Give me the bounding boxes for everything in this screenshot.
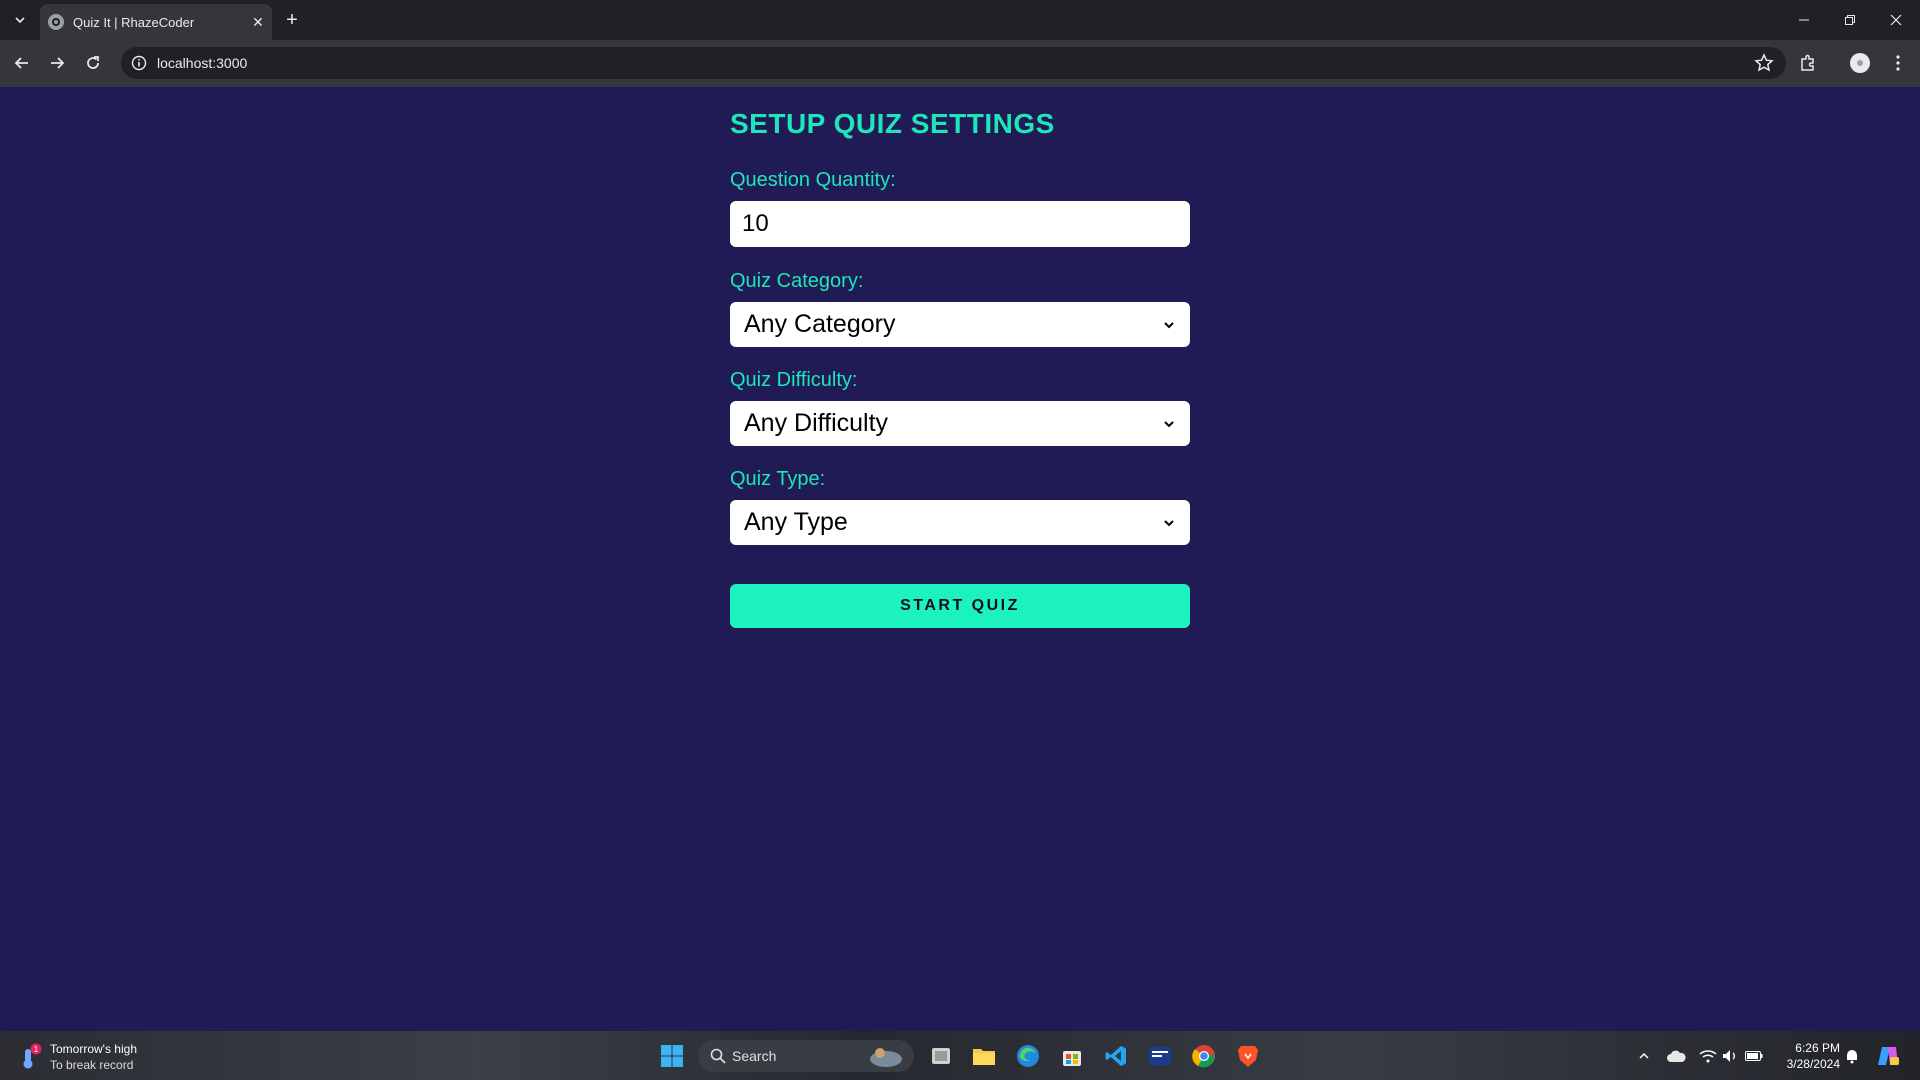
profile-button[interactable] <box>1846 49 1874 77</box>
new-tab-button[interactable]: + <box>280 8 304 32</box>
forward-button[interactable] <box>43 49 71 77</box>
task-view-button[interactable] <box>925 1040 957 1072</box>
extensions-button[interactable] <box>1794 49 1822 77</box>
taskbar-search[interactable]: Search <box>698 1040 914 1072</box>
store-icon <box>1063 1051 1081 1066</box>
back-button[interactable] <box>8 49 36 77</box>
close-tab-icon[interactable]: ✕ <box>244 14 272 31</box>
bell-icon <box>1847 1050 1857 1064</box>
arrow-right-icon <box>51 57 65 69</box>
copilot-icon <box>1878 1047 1899 1065</box>
site-info-icon[interactable] <box>131 55 147 71</box>
battery-button[interactable] <box>1738 1040 1770 1072</box>
question-quantity-field <box>730 201 1190 247</box>
quiz-type-label: Quiz Type: <box>730 468 826 490</box>
taskbar-clock[interactable]: 6:26 PM 3/28/2024 <box>1770 1040 1840 1072</box>
browser-tab-strip: Quiz It | RhazeCoder ✕ + <box>0 0 1920 40</box>
tab-search-button[interactable] <box>8 8 32 32</box>
minimize-icon <box>1799 19 1809 21</box>
search-highlight-icon <box>870 1048 902 1067</box>
taskbar-dev-app[interactable] <box>1144 1040 1176 1072</box>
page-viewport: SETUP QUIZ SETTINGS Question Quantity: Q… <box>0 87 1920 1031</box>
reload-icon <box>87 56 99 69</box>
quiz-difficulty-select[interactable]: Any Difficulty <box>730 401 1190 446</box>
chevron-down-icon <box>1164 519 1174 526</box>
cloud-icon <box>1667 1050 1686 1062</box>
battery-icon <box>1745 1051 1763 1061</box>
show-hidden-icons-button[interactable] <box>1628 1040 1660 1072</box>
taskbar-store[interactable] <box>1056 1040 1088 1072</box>
reload-button[interactable] <box>79 49 107 77</box>
thermometer-icon: 1 <box>18 1043 42 1071</box>
quiz-type-select[interactable]: Any Type <box>730 500 1190 545</box>
tab-active[interactable]: Quiz It | RhazeCoder ✕ <box>40 4 272 40</box>
question-quantity-label: Question Quantity: <box>730 169 896 191</box>
taskbar-vscode[interactable] <box>1100 1040 1132 1072</box>
quiz-difficulty-label: Quiz Difficulty: <box>730 369 858 391</box>
folder-icon <box>973 1049 995 1065</box>
avatar-icon <box>1850 53 1870 73</box>
restore-icon <box>1845 15 1855 25</box>
restore-button[interactable] <box>1828 0 1872 40</box>
copilot-button[interactable] <box>1872 1040 1904 1072</box>
clock-date: 3/28/2024 <box>1786 1057 1840 1071</box>
quiz-category-label: Quiz Category: <box>730 270 864 292</box>
onedrive-button[interactable] <box>1660 1040 1692 1072</box>
question-quantity-input[interactable] <box>730 201 1190 247</box>
start-button[interactable] <box>656 1040 688 1072</box>
quiz-difficulty-value: Any Difficulty <box>744 409 889 437</box>
chevron-down-icon <box>1164 420 1174 427</box>
puzzle-icon <box>1801 54 1814 71</box>
quiz-type-value: Any Type <box>744 508 848 536</box>
brave-lion-icon <box>1238 1046 1258 1067</box>
search-icon <box>710 1048 726 1064</box>
speaker-icon <box>1723 1050 1735 1062</box>
bookmark-star-icon[interactable] <box>1754 53 1774 73</box>
taskbar-search-label: Search <box>732 1048 777 1064</box>
chrome-icon <box>1192 1045 1215 1068</box>
taskbar-chrome[interactable] <box>1188 1040 1220 1072</box>
weather-widget[interactable]: 1 Tomorrow's high To break record <box>18 1041 137 1073</box>
quiz-category-select[interactable]: Any Category <box>730 302 1190 347</box>
start-quiz-button[interactable]: START QUIZ <box>730 584 1190 628</box>
task-view-icon <box>932 1048 950 1064</box>
minimize-button[interactable] <box>1782 0 1826 40</box>
weather-line-2: To break record <box>50 1058 134 1072</box>
chevron-down-icon <box>15 17 25 24</box>
quiz-category-value: Any Category <box>744 310 896 338</box>
menu-button[interactable] <box>1884 49 1912 77</box>
edge-icon <box>1017 1045 1039 1067</box>
chevron-up-icon <box>1639 1052 1649 1059</box>
windows-logo-icon <box>661 1045 683 1067</box>
close-icon <box>1890 14 1902 26</box>
taskbar-file-explorer[interactable] <box>968 1040 1000 1072</box>
close-window-button[interactable] <box>1874 0 1918 40</box>
address-bar[interactable]: localhost:3000 <box>121 47 1786 79</box>
arrow-left-icon <box>14 57 28 69</box>
weather-badge: 1 <box>34 1045 39 1054</box>
vscode-icon <box>1105 1046 1126 1066</box>
dev-icon <box>1149 1047 1171 1065</box>
taskbar: 1 Tomorrow's high To break record Search <box>0 1031 1920 1080</box>
weather-line-1: Tomorrow's high <box>50 1042 137 1056</box>
taskbar-brave[interactable] <box>1232 1040 1264 1072</box>
chevron-down-icon <box>1164 321 1174 328</box>
url-text: localhost:3000 <box>157 55 248 71</box>
favicon-icon <box>48 14 64 30</box>
more-vertical-icon <box>1896 55 1900 71</box>
tab-title: Quiz It | RhazeCoder <box>73 14 195 30</box>
page-title: SETUP QUIZ SETTINGS <box>730 108 1055 139</box>
notifications-button[interactable] <box>1836 1040 1868 1072</box>
taskbar-edge[interactable] <box>1012 1040 1044 1072</box>
clock-time: 6:26 PM <box>1795 1041 1840 1055</box>
